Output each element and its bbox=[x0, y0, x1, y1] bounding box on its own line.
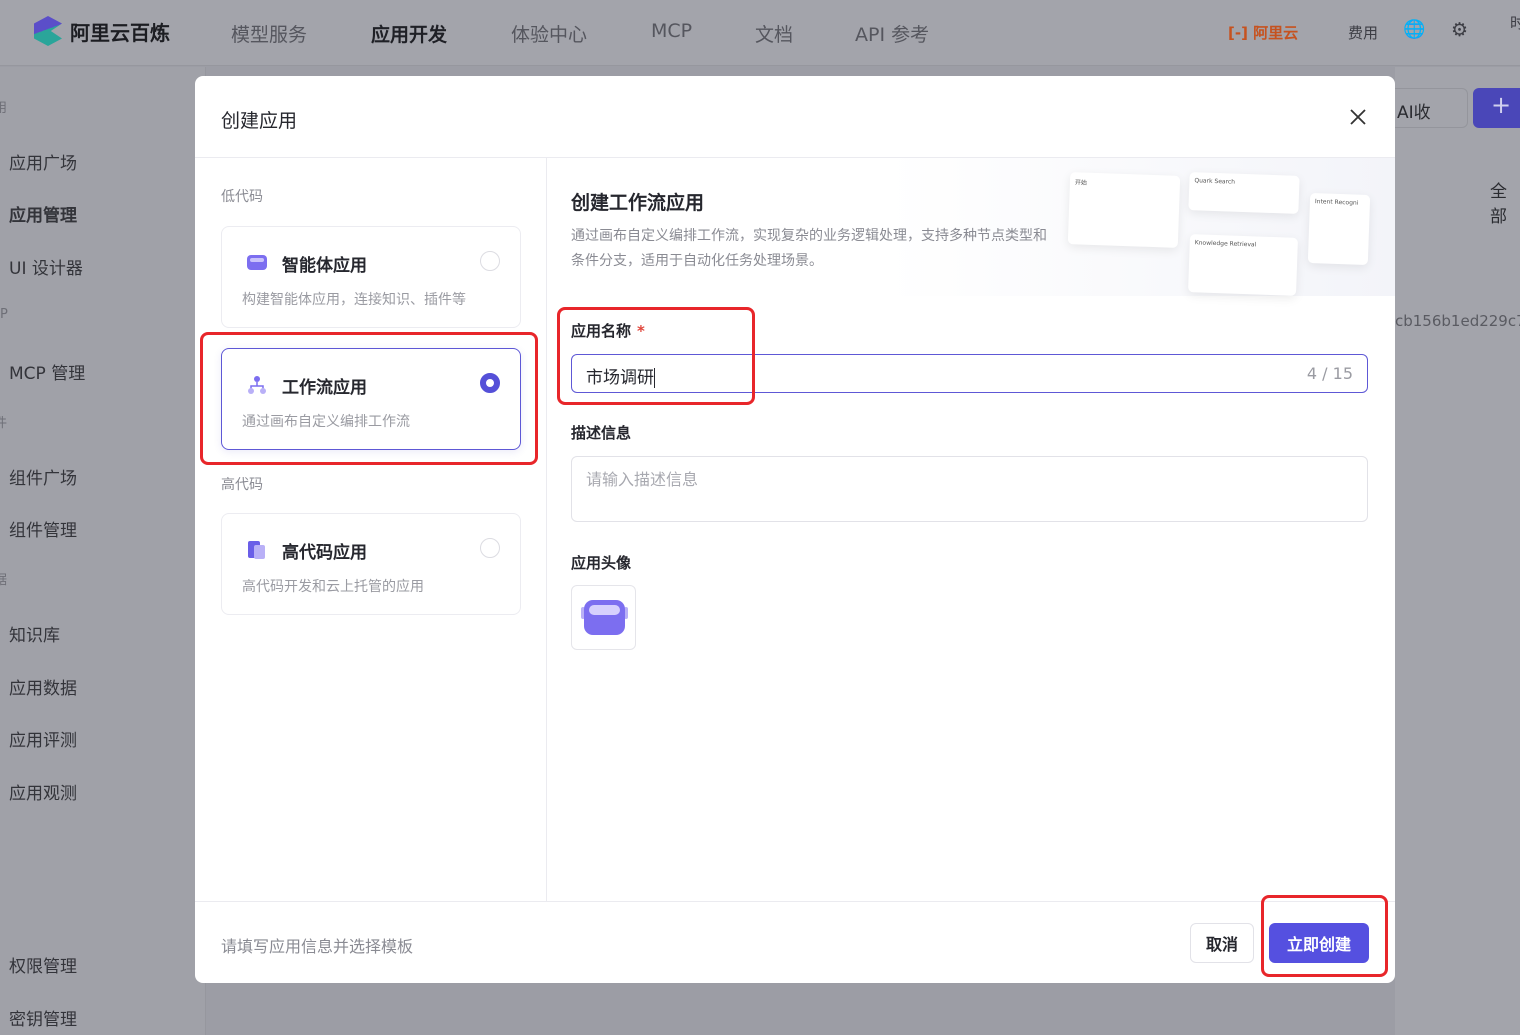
preview-node-label: 开始 bbox=[1074, 179, 1088, 187]
create-app-modal: 创建应用 低代码 智能体应用 构建智能体应用，连接知识、插件等 工作流应用 通过… bbox=[195, 76, 1395, 983]
sidebar-item-app-eval[interactable]: 应用评测 bbox=[9, 726, 77, 751]
card-agent-app[interactable]: 智能体应用 构建智能体应用，连接知识、插件等 bbox=[221, 226, 521, 328]
app-form: 创建工作流应用 通过画布自定义编排工作流，实现复杂的业务逻辑处理，支持多种节点类… bbox=[547, 158, 1395, 901]
document-icon bbox=[248, 541, 265, 559]
sidebar-section: 用 bbox=[0, 101, 8, 116]
sidebar-item-keys[interactable]: 密钥管理 bbox=[9, 1005, 77, 1030]
sidebar-item-app-observe[interactable]: 应用观测 bbox=[9, 779, 77, 804]
user-partial[interactable]: 时 bbox=[1510, 12, 1520, 33]
preview-node: Quark Search bbox=[1188, 172, 1300, 214]
background-hash: cb156b1ed229c72a bbox=[1395, 312, 1520, 330]
high-code-label: 高代码 bbox=[221, 477, 263, 493]
gear-icon[interactable]: ⚙ bbox=[1451, 19, 1468, 41]
sidebar-item-app-data[interactable]: 应用数据 bbox=[9, 674, 77, 699]
char-count: 4 / 15 bbox=[1306, 364, 1353, 383]
background-filter[interactable]: 全部 bbox=[1490, 177, 1520, 227]
low-code-label: 低代码 bbox=[221, 189, 263, 205]
hero-desc: 通过画布自定义编排工作流，实现复杂的业务逻辑处理，支持多种节点类型和条件分支，适… bbox=[571, 228, 1047, 269]
card-high-code-app[interactable]: 高代码应用 高代码开发和云上托管的应用 bbox=[221, 513, 521, 615]
logo-icon bbox=[34, 16, 62, 46]
card-title: 高代码应用 bbox=[282, 543, 367, 563]
workflow-hero: 创建工作流应用 通过画布自定义编排工作流，实现复杂的业务逻辑处理，支持多种节点类… bbox=[547, 158, 1395, 296]
footer-hint: 请填写应用信息并选择模板 bbox=[221, 937, 414, 956]
nav-models[interactable]: 模型服务 bbox=[231, 20, 307, 47]
hero-title: 创建工作流应用 bbox=[571, 192, 705, 214]
app-name-value: 市场调研 bbox=[586, 368, 654, 388]
card-workflow-app[interactable]: 工作流应用 通过画布自定义编排工作流 bbox=[221, 348, 521, 450]
aliyun-link[interactable]: [-] 阿里云 bbox=[1228, 22, 1298, 43]
sidebar-section: 件 bbox=[0, 416, 8, 431]
modal-title: 创建应用 bbox=[221, 110, 298, 132]
top-navbar: 阿里云百炼 模型服务 应用开发 体验中心 MCP 文档 API 参考 [-] 阿… bbox=[0, 0, 1520, 66]
brand-logo[interactable]: 阿里云百炼 bbox=[34, 16, 170, 46]
required-mark: * bbox=[637, 322, 645, 340]
card-desc: 通过画布自定义编排工作流 bbox=[242, 414, 410, 430]
nav-experience[interactable]: 体验中心 bbox=[511, 20, 587, 47]
sidebar-item-app-manage[interactable]: 应用管理 bbox=[9, 201, 77, 226]
card-desc: 高代码开发和云上托管的应用 bbox=[242, 579, 424, 595]
card-title: 智能体应用 bbox=[282, 256, 367, 276]
card-title: 工作流应用 bbox=[282, 378, 367, 398]
workflow-icon bbox=[248, 376, 266, 394]
aliyun-label: 阿里云 bbox=[1253, 24, 1299, 42]
nav-docs[interactable]: 文档 bbox=[755, 20, 793, 47]
card-desc: 构建智能体应用，连接知识、插件等 bbox=[242, 292, 466, 308]
name-label: 应用名称 * bbox=[571, 320, 645, 341]
preview-node-label: Intent Recogni bbox=[1314, 198, 1359, 207]
nav-mcp[interactable]: MCP bbox=[651, 20, 692, 42]
app-type-panel: 低代码 智能体应用 构建智能体应用，连接知识、插件等 工作流应用 通过画布自定义… bbox=[195, 158, 547, 901]
radio-agent[interactable] bbox=[480, 251, 500, 271]
sidebar-item-mcp[interactable]: MCP 管理 bbox=[9, 359, 85, 384]
brand-name: 阿里云百炼 bbox=[70, 20, 170, 45]
sidebar-item-ui-designer[interactable]: UI 设计器 bbox=[9, 254, 83, 279]
cancel-button[interactable]: 取消 bbox=[1190, 923, 1254, 963]
nav-api[interactable]: API 参考 bbox=[855, 20, 929, 47]
sidebar-item-component-plaza[interactable]: 组件广场 bbox=[9, 464, 77, 489]
sidebar-item-component-manage[interactable]: 组件管理 bbox=[9, 516, 77, 541]
robot-avatar-icon bbox=[581, 600, 628, 635]
desc-label: 描述信息 bbox=[571, 424, 632, 442]
sidebar-section: 据 bbox=[0, 573, 8, 588]
app-avatar-picker[interactable] bbox=[571, 585, 636, 650]
sidebar-item-knowledge[interactable]: 知识库 bbox=[9, 621, 60, 646]
preview-node-label: Quark Search bbox=[1194, 177, 1236, 186]
avatar-label: 应用头像 bbox=[571, 554, 632, 572]
sidebar-section: P bbox=[0, 307, 8, 322]
globe-icon[interactable]: 🌐 bbox=[1403, 19, 1425, 40]
preview-node-label: Knowledge Retrieval bbox=[1194, 239, 1257, 249]
nav-app-dev[interactable]: 应用开发 bbox=[371, 20, 447, 47]
modal-footer: 请填写应用信息并选择模板 取消 立即创建 bbox=[195, 901, 1395, 983]
preview-node: Knowledge Retrieval bbox=[1188, 234, 1298, 296]
preview-node: Intent Recogni bbox=[1307, 192, 1371, 266]
sidebar-item-permissions[interactable]: 权限管理 bbox=[9, 952, 77, 977]
radio-workflow[interactable] bbox=[480, 373, 500, 393]
sidebar-item-app-plaza[interactable]: 应用广场 bbox=[9, 149, 77, 174]
radio-high-code[interactable] bbox=[480, 538, 500, 558]
fee-link[interactable]: 费用 bbox=[1348, 22, 1378, 43]
description-textarea[interactable]: 请输入描述信息 bbox=[571, 456, 1368, 522]
app-name-input[interactable]: 市场调研 4 / 15 bbox=[571, 354, 1368, 393]
name-label-text: 应用名称 bbox=[571, 322, 632, 340]
close-icon[interactable] bbox=[1347, 106, 1369, 128]
create-button[interactable]: 立即创建 bbox=[1269, 923, 1369, 963]
modal-header: 创建应用 bbox=[195, 76, 1395, 158]
sidebar: 用 应用广场 应用管理 UI 设计器 P MCP 管理 件 组件广场 组件管理 … bbox=[0, 67, 206, 1035]
add-button[interactable]: + bbox=[1473, 88, 1520, 128]
preview-node: 开始 bbox=[1067, 172, 1181, 248]
robot-icon bbox=[247, 255, 267, 270]
